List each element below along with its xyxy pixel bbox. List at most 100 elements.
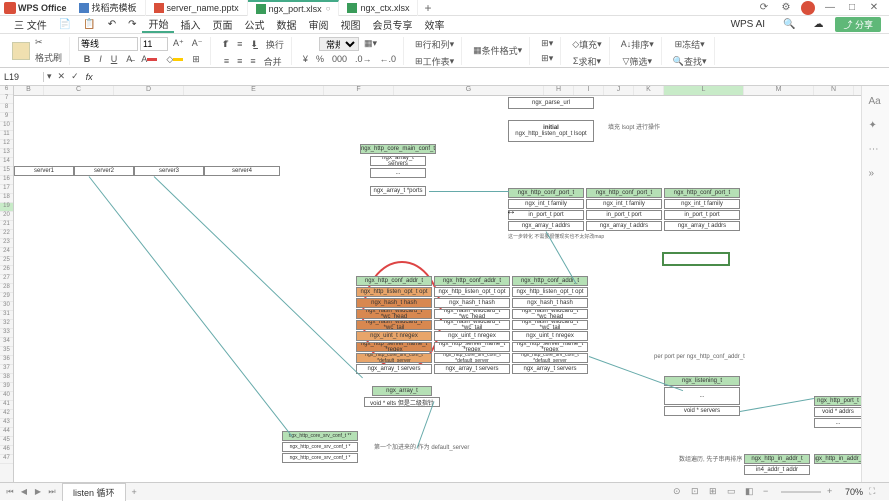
column-headers[interactable]: B C D E F G H I J K L M N — [14, 86, 861, 96]
align-center-icon[interactable]: ≡ — [234, 54, 245, 69]
row-header[interactable]: 43 — [0, 419, 13, 428]
strike-button[interactable]: A̶ — [123, 53, 135, 66]
menu-data[interactable]: 数据 — [270, 17, 302, 32]
row-header[interactable]: 37 — [0, 365, 13, 374]
row-header[interactable]: 25 — [0, 257, 13, 266]
first-sheet-icon[interactable]: ⏮ — [4, 486, 16, 498]
row-header[interactable]: 11 — [0, 131, 13, 140]
menu-efficiency[interactable]: 效率 — [418, 17, 450, 32]
row-header[interactable]: 33 — [0, 329, 13, 338]
fx-label[interactable]: fx — [82, 72, 97, 82]
col-header[interactable]: H — [544, 86, 574, 95]
row-header[interactable]: 36 — [0, 356, 13, 365]
border-button[interactable]: ⊞ — [189, 53, 203, 66]
font-size-select[interactable] — [140, 37, 168, 51]
freeze-button[interactable]: ⊞ 冻结▾ — [672, 37, 708, 52]
canvas[interactable]: server1 server2 server3 server4 ngx_pars… — [14, 96, 861, 482]
row-header[interactable]: 26 — [0, 266, 13, 275]
share-button[interactable]: ⤴ 分享 — [835, 17, 881, 32]
menu-member[interactable]: 会员专享 — [366, 17, 418, 32]
currency-icon[interactable]: ¥ — [300, 53, 311, 65]
sheet-tab[interactable]: listen 循环 — [62, 483, 126, 501]
col-header[interactable]: D — [114, 86, 184, 95]
row-header[interactable]: 14 — [0, 158, 13, 167]
menu-insert[interactable]: 插入 — [174, 17, 206, 32]
row-header[interactable]: 19 — [0, 203, 13, 212]
dec-dec-icon[interactable]: ←.0 — [377, 53, 400, 65]
fill-color-button[interactable]: ◇ — [163, 53, 186, 66]
row-col-button[interactable]: ⊞ 行和列▾ — [412, 37, 457, 52]
italic-button[interactable]: I — [96, 53, 105, 66]
fill-button[interactable]: ◇ 填充▾ — [569, 37, 604, 52]
row-header[interactable]: 8 — [0, 104, 13, 113]
avatar[interactable] — [801, 1, 815, 15]
active-cell[interactable] — [662, 252, 730, 266]
row-header[interactable]: 35 — [0, 347, 13, 356]
col-header[interactable]: K — [634, 86, 664, 95]
tab-ngx-ctx[interactable]: ngx_ctx.xlsx — [339, 0, 418, 16]
dec-font-icon[interactable]: A⁻ — [189, 37, 206, 51]
row-header[interactable]: 20 — [0, 212, 13, 221]
table-style-button[interactable]: ⊞▾ — [538, 37, 556, 50]
menu-page[interactable]: 页面 — [206, 17, 238, 32]
row-header[interactable]: 38 — [0, 374, 13, 383]
zoom-out-icon[interactable]: − — [763, 486, 775, 498]
paste-button[interactable] — [12, 42, 30, 60]
fullscreen-icon[interactable]: ⛶ — [869, 486, 881, 498]
minimize-icon[interactable]: — — [823, 1, 837, 15]
col-header[interactable]: M — [744, 86, 814, 95]
row-header[interactable]: 39 — [0, 383, 13, 392]
sum-button[interactable]: Σ 求和▾ — [570, 54, 604, 69]
row-header[interactable]: 22 — [0, 230, 13, 239]
row-header[interactable]: 29 — [0, 293, 13, 302]
side-style-icon[interactable]: Aa — [869, 96, 883, 110]
prev-sheet-icon[interactable]: ◀ — [18, 486, 30, 498]
sort-button[interactable]: A↓ 排序▾ — [618, 37, 657, 52]
font-color-button[interactable]: A — [138, 53, 160, 66]
zoom-in-icon[interactable]: + — [827, 486, 839, 498]
settings-icon[interactable]: ⚙ — [779, 1, 793, 15]
tab-ngx-port[interactable]: ngx_port.xlsx ○ — [248, 0, 340, 16]
menu-file[interactable]: 三 文件 — [8, 17, 53, 32]
worksheet-button[interactable]: ⊞ 工作表▾ — [412, 54, 457, 69]
col-header[interactable]: G — [394, 86, 544, 95]
side-more-icon[interactable]: ⋯ — [869, 144, 883, 158]
row-header[interactable]: 23 — [0, 239, 13, 248]
close-window-icon[interactable]: ✕ — [867, 1, 881, 15]
row-header[interactable]: 10 — [0, 122, 13, 131]
row-header[interactable]: 13 — [0, 149, 13, 158]
cancel-formula-icon[interactable]: ✕ — [55, 70, 69, 83]
row-header[interactable]: 28 — [0, 284, 13, 293]
col-header[interactable]: J — [604, 86, 634, 95]
row-header[interactable]: 17 — [0, 185, 13, 194]
row-header[interactable]: 12 — [0, 140, 13, 149]
col-header[interactable]: F — [324, 86, 394, 95]
row-header[interactable]: 9 — [0, 113, 13, 122]
last-sheet-icon[interactable]: ⏭ — [46, 486, 58, 498]
view-break-icon[interactable]: ◧ — [745, 486, 757, 498]
col-header[interactable]: N — [814, 86, 854, 95]
row-header[interactable]: 31 — [0, 311, 13, 320]
find-button[interactable]: 🔍 查找▾ — [670, 54, 710, 69]
col-header[interactable]: I — [574, 86, 604, 95]
side-close-icon[interactable]: » — [869, 168, 883, 182]
next-sheet-icon[interactable]: ▶ — [32, 486, 44, 498]
col-header[interactable]: B — [14, 86, 44, 95]
side-assist-icon[interactable]: ✦ — [869, 120, 883, 134]
formula-input[interactable] — [97, 72, 889, 82]
name-dropdown-icon[interactable]: ▾ — [44, 70, 55, 83]
row-header[interactable]: 15 — [0, 167, 13, 176]
align-right-icon[interactable]: ≡ — [247, 54, 258, 69]
add-sheet-button[interactable]: + — [126, 487, 143, 497]
dec-inc-icon[interactable]: .0→ — [352, 53, 375, 65]
table-style2-button[interactable]: ⊞▾ — [538, 52, 556, 65]
cell-style-button[interactable]: ▦▾ — [361, 37, 380, 51]
row-header[interactable]: 30 — [0, 302, 13, 311]
row-header[interactable]: 46 — [0, 446, 13, 455]
sync-icon[interactable]: ⟳ — [757, 1, 771, 15]
row-header[interactable]: 34 — [0, 338, 13, 347]
view-normal-icon[interactable]: ⊞ — [709, 486, 721, 498]
menu-view[interactable]: 视图 — [334, 17, 366, 32]
row-header[interactable]: 32 — [0, 320, 13, 329]
row-header[interactable]: 24 — [0, 248, 13, 257]
